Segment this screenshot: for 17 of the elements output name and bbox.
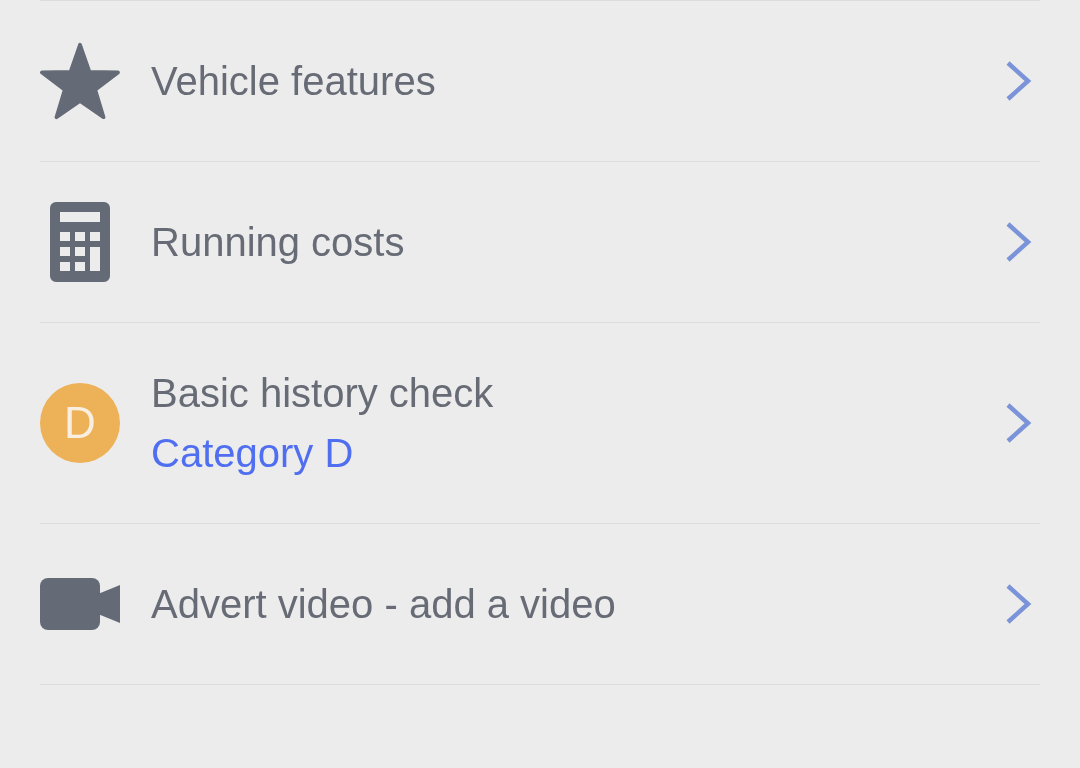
item-title: Running costs xyxy=(151,219,405,266)
chevron-right-icon xyxy=(1006,403,1032,443)
item-subtitle: Category D xyxy=(151,430,354,477)
item-title: Basic history check xyxy=(151,370,494,417)
menu-item[interactable]: Advert video - add a video xyxy=(40,524,1040,685)
calculator-icon xyxy=(50,202,110,282)
item-title: Advert video - add a video xyxy=(151,581,616,628)
chevron-right-icon xyxy=(1006,222,1032,262)
menu-item[interactable]: Vehicle features xyxy=(40,1,1040,162)
video-camera-icon xyxy=(40,578,120,630)
chevron-right-icon xyxy=(1006,61,1032,101)
menu-item[interactable]: Running costs xyxy=(40,162,1040,323)
chevron-right-icon xyxy=(1006,584,1032,624)
category-badge: D xyxy=(40,383,120,463)
menu-item[interactable]: D Basic history check Category D xyxy=(40,323,1040,524)
star-icon xyxy=(40,41,120,121)
item-title: Vehicle features xyxy=(151,58,436,105)
